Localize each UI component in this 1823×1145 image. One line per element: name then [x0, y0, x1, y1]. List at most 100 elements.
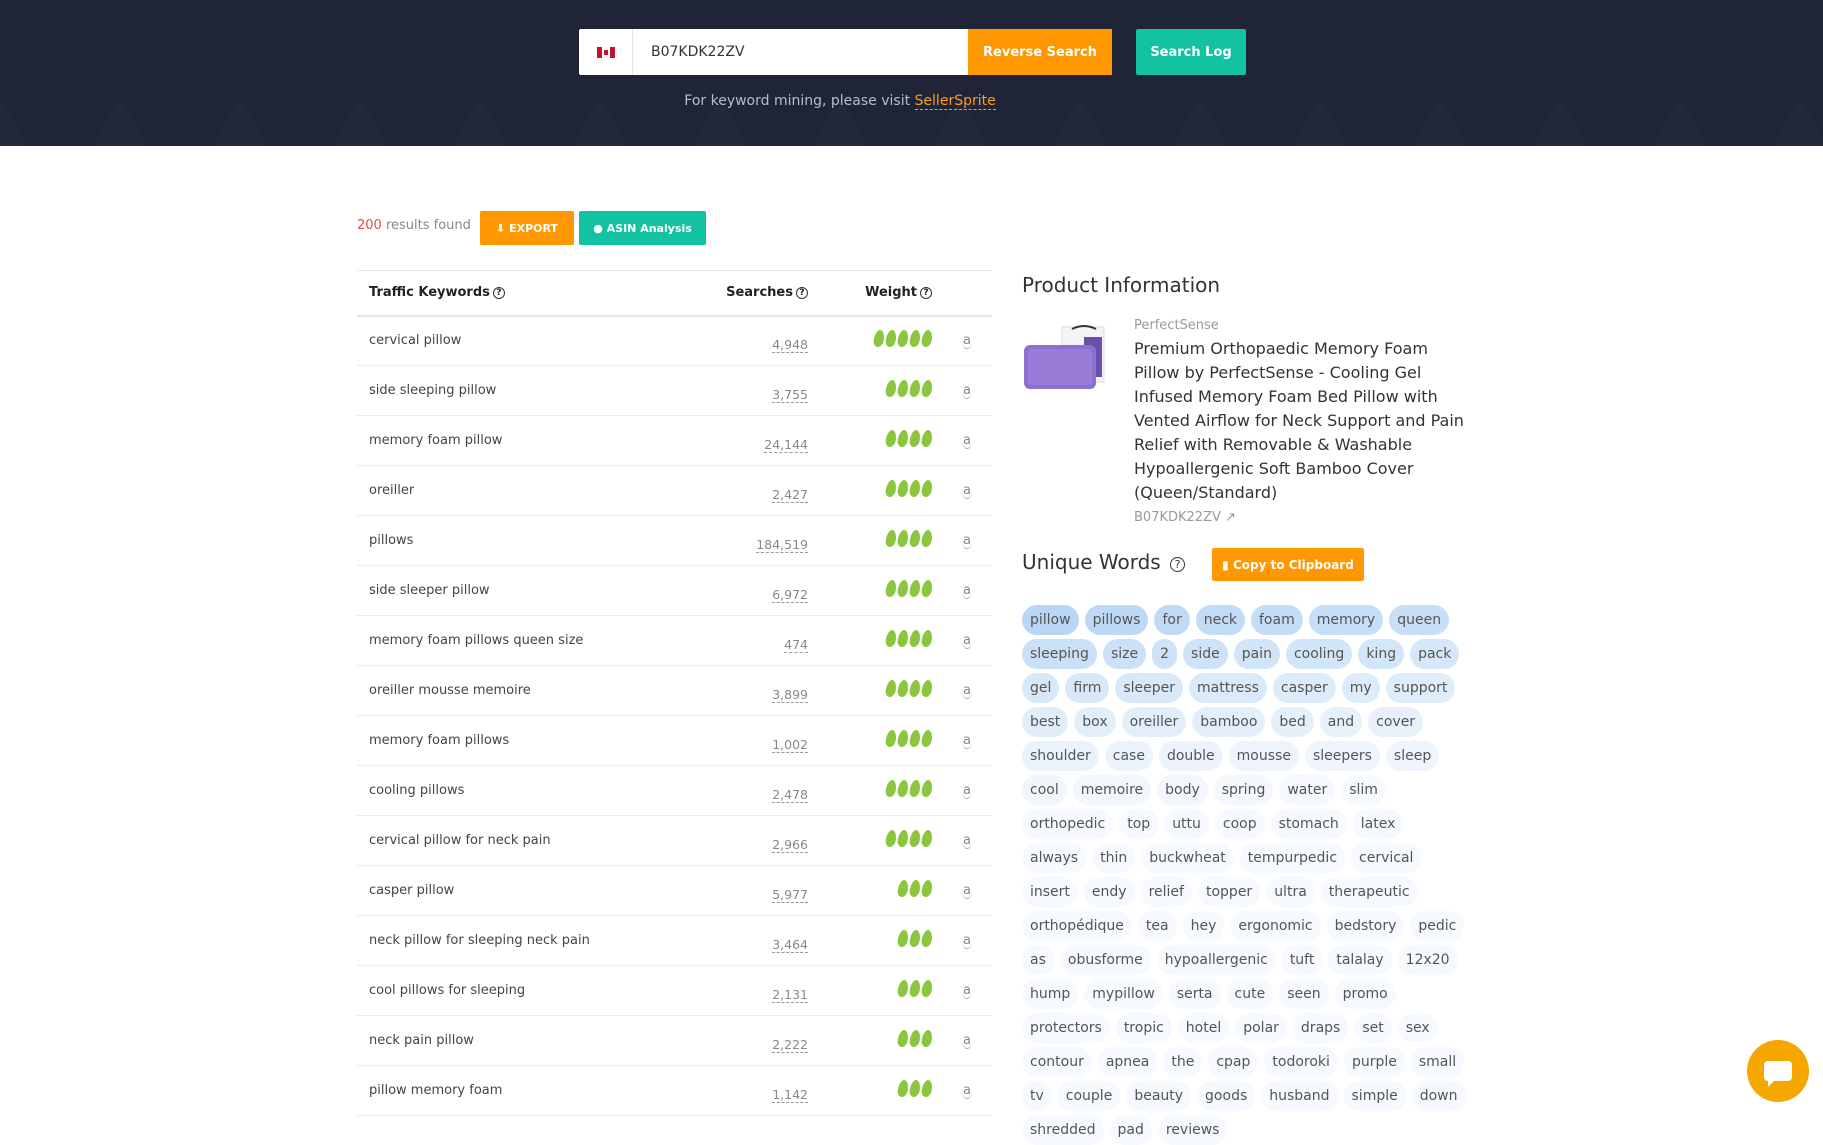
help-icon[interactable]: ?: [1170, 557, 1186, 572]
keyword-cell[interactable]: cervical pillow for neck pain: [357, 815, 687, 866]
sellersprite-link[interactable]: SellerSprite: [914, 93, 996, 110]
product-title[interactable]: Premium Orthopaedic Memory Foam Pillow b…: [1134, 337, 1474, 505]
word-chip[interactable]: therapeutic: [1320, 877, 1418, 907]
keyword-cell[interactable]: oreiller: [357, 465, 687, 516]
word-chip[interactable]: cover: [1368, 707, 1424, 737]
keyword-cell[interactable]: cool pillows for sleeping: [357, 965, 687, 1016]
word-chip[interactable]: 2: [1152, 639, 1178, 669]
searches-cell[interactable]: 2,131: [686, 965, 822, 1016]
word-chip[interactable]: shredded: [1022, 1115, 1104, 1145]
word-chip[interactable]: coop: [1214, 809, 1265, 839]
word-chip[interactable]: insert: [1022, 877, 1078, 907]
word-chip[interactable]: uttu: [1164, 809, 1209, 839]
marketplace-selector[interactable]: [579, 29, 633, 75]
amazon-link[interactable]: a: [942, 465, 992, 516]
word-chip[interactable]: ergonomic: [1230, 911, 1321, 941]
word-chip[interactable]: beauty: [1126, 1081, 1192, 1111]
col-weight[interactable]: Weight?: [822, 270, 942, 317]
word-chip[interactable]: body: [1157, 775, 1208, 805]
keyword-cell[interactable]: memory foam pillows: [357, 715, 687, 766]
word-chip[interactable]: promo: [1334, 979, 1396, 1009]
word-chip[interactable]: set: [1354, 1013, 1392, 1043]
word-chip[interactable]: pack: [1410, 639, 1460, 669]
word-chip[interactable]: cervical: [1351, 843, 1422, 873]
word-chip[interactable]: neck: [1195, 605, 1245, 635]
word-chip[interactable]: hypoallergenic: [1156, 945, 1276, 975]
word-chip[interactable]: todoroki: [1264, 1047, 1338, 1077]
word-chip[interactable]: my: [1341, 673, 1380, 703]
word-chip[interactable]: pain: [1233, 639, 1280, 669]
amazon-link[interactable]: a: [942, 765, 992, 816]
word-chip[interactable]: couple: [1057, 1081, 1121, 1111]
word-chip[interactable]: sleep: [1385, 741, 1440, 771]
word-chip[interactable]: sex: [1397, 1013, 1438, 1043]
word-chip[interactable]: sleepers: [1304, 741, 1380, 771]
word-chip[interactable]: husband: [1261, 1081, 1338, 1111]
word-chip[interactable]: always: [1022, 843, 1087, 873]
word-chip[interactable]: down: [1411, 1081, 1466, 1111]
searches-cell[interactable]: 6,972: [686, 565, 822, 616]
amazon-link[interactable]: a: [942, 915, 992, 966]
keyword-cell[interactable]: pillows: [357, 515, 687, 566]
word-chip[interactable]: mypillow: [1084, 979, 1163, 1009]
word-chip[interactable]: hotel: [1177, 1013, 1230, 1043]
keyword-cell[interactable]: pillow memory foam: [357, 1065, 687, 1116]
searches-cell[interactable]: 2,478: [686, 765, 822, 816]
word-chip[interactable]: seen: [1279, 979, 1329, 1009]
word-chip[interactable]: tv: [1022, 1081, 1052, 1111]
amazon-link[interactable]: a: [942, 865, 992, 916]
word-chip[interactable]: pad: [1109, 1115, 1152, 1145]
help-icon[interactable]: ?: [796, 287, 808, 300]
word-chip[interactable]: water: [1279, 775, 1336, 805]
word-chip[interactable]: mattress: [1189, 673, 1267, 703]
keyword-cell[interactable]: side sleeping pillow: [357, 365, 687, 416]
keyword-cell[interactable]: memory foam pillow: [357, 415, 687, 466]
word-chip[interactable]: top: [1119, 809, 1159, 839]
asin-analysis-button[interactable]: ● ASIN Analysis: [579, 211, 706, 245]
word-chip[interactable]: small: [1410, 1047, 1465, 1077]
word-chip[interactable]: casper: [1272, 673, 1336, 703]
amazon-link[interactable]: a: [942, 515, 992, 566]
amazon-link[interactable]: a: [942, 965, 992, 1016]
help-icon[interactable]: ?: [920, 287, 932, 300]
word-chip[interactable]: shoulder: [1022, 741, 1099, 771]
keyword-cell[interactable]: casper pillow: [357, 865, 687, 916]
word-chip[interactable]: simple: [1343, 1081, 1406, 1111]
word-chip[interactable]: queen: [1389, 605, 1450, 635]
amazon-link[interactable]: a: [942, 565, 992, 616]
search-log-button[interactable]: Search Log: [1136, 29, 1246, 75]
word-chip[interactable]: apnea: [1097, 1047, 1158, 1077]
amazon-link[interactable]: a: [942, 415, 992, 466]
searches-cell[interactable]: 184,519: [686, 515, 822, 566]
word-chip[interactable]: slim: [1341, 775, 1386, 805]
word-chip[interactable]: support: [1385, 673, 1456, 703]
word-chip[interactable]: memory: [1308, 605, 1384, 635]
word-chip[interactable]: cpap: [1208, 1047, 1259, 1077]
searches-cell[interactable]: 2,427: [686, 465, 822, 516]
word-chip[interactable]: endy: [1083, 877, 1135, 907]
keyword-cell[interactable]: cervical pillow: [357, 315, 687, 366]
asin-search-input[interactable]: [633, 29, 968, 75]
copy-to-clipboard-button[interactable]: ▮ Copy to Clipboard: [1212, 548, 1364, 581]
word-chip[interactable]: for: [1154, 605, 1190, 635]
word-chip[interactable]: as: [1022, 945, 1054, 975]
word-chip[interactable]: serta: [1168, 979, 1221, 1009]
word-chip[interactable]: buckwheat: [1141, 843, 1234, 873]
searches-cell[interactable]: 3,899: [686, 665, 822, 716]
word-chip[interactable]: best: [1022, 707, 1069, 737]
word-chip[interactable]: latex: [1352, 809, 1404, 839]
word-chip[interactable]: goods: [1197, 1081, 1256, 1111]
word-chip[interactable]: topper: [1197, 877, 1261, 907]
word-chip[interactable]: contour: [1022, 1047, 1092, 1077]
keyword-cell[interactable]: memory foam pillows queen size: [357, 615, 687, 666]
word-chip[interactable]: tropic: [1115, 1013, 1172, 1043]
word-chip[interactable]: thin: [1092, 843, 1136, 873]
word-chip[interactable]: cooling: [1285, 639, 1353, 669]
amazon-link[interactable]: a: [942, 715, 992, 766]
amazon-link[interactable]: a: [942, 1015, 992, 1066]
word-chip[interactable]: pillows: [1084, 605, 1149, 635]
help-icon[interactable]: ?: [492, 287, 505, 300]
word-chip[interactable]: firm: [1065, 673, 1110, 703]
word-chip[interactable]: foam: [1251, 605, 1303, 635]
amazon-link[interactable]: a: [942, 365, 992, 416]
